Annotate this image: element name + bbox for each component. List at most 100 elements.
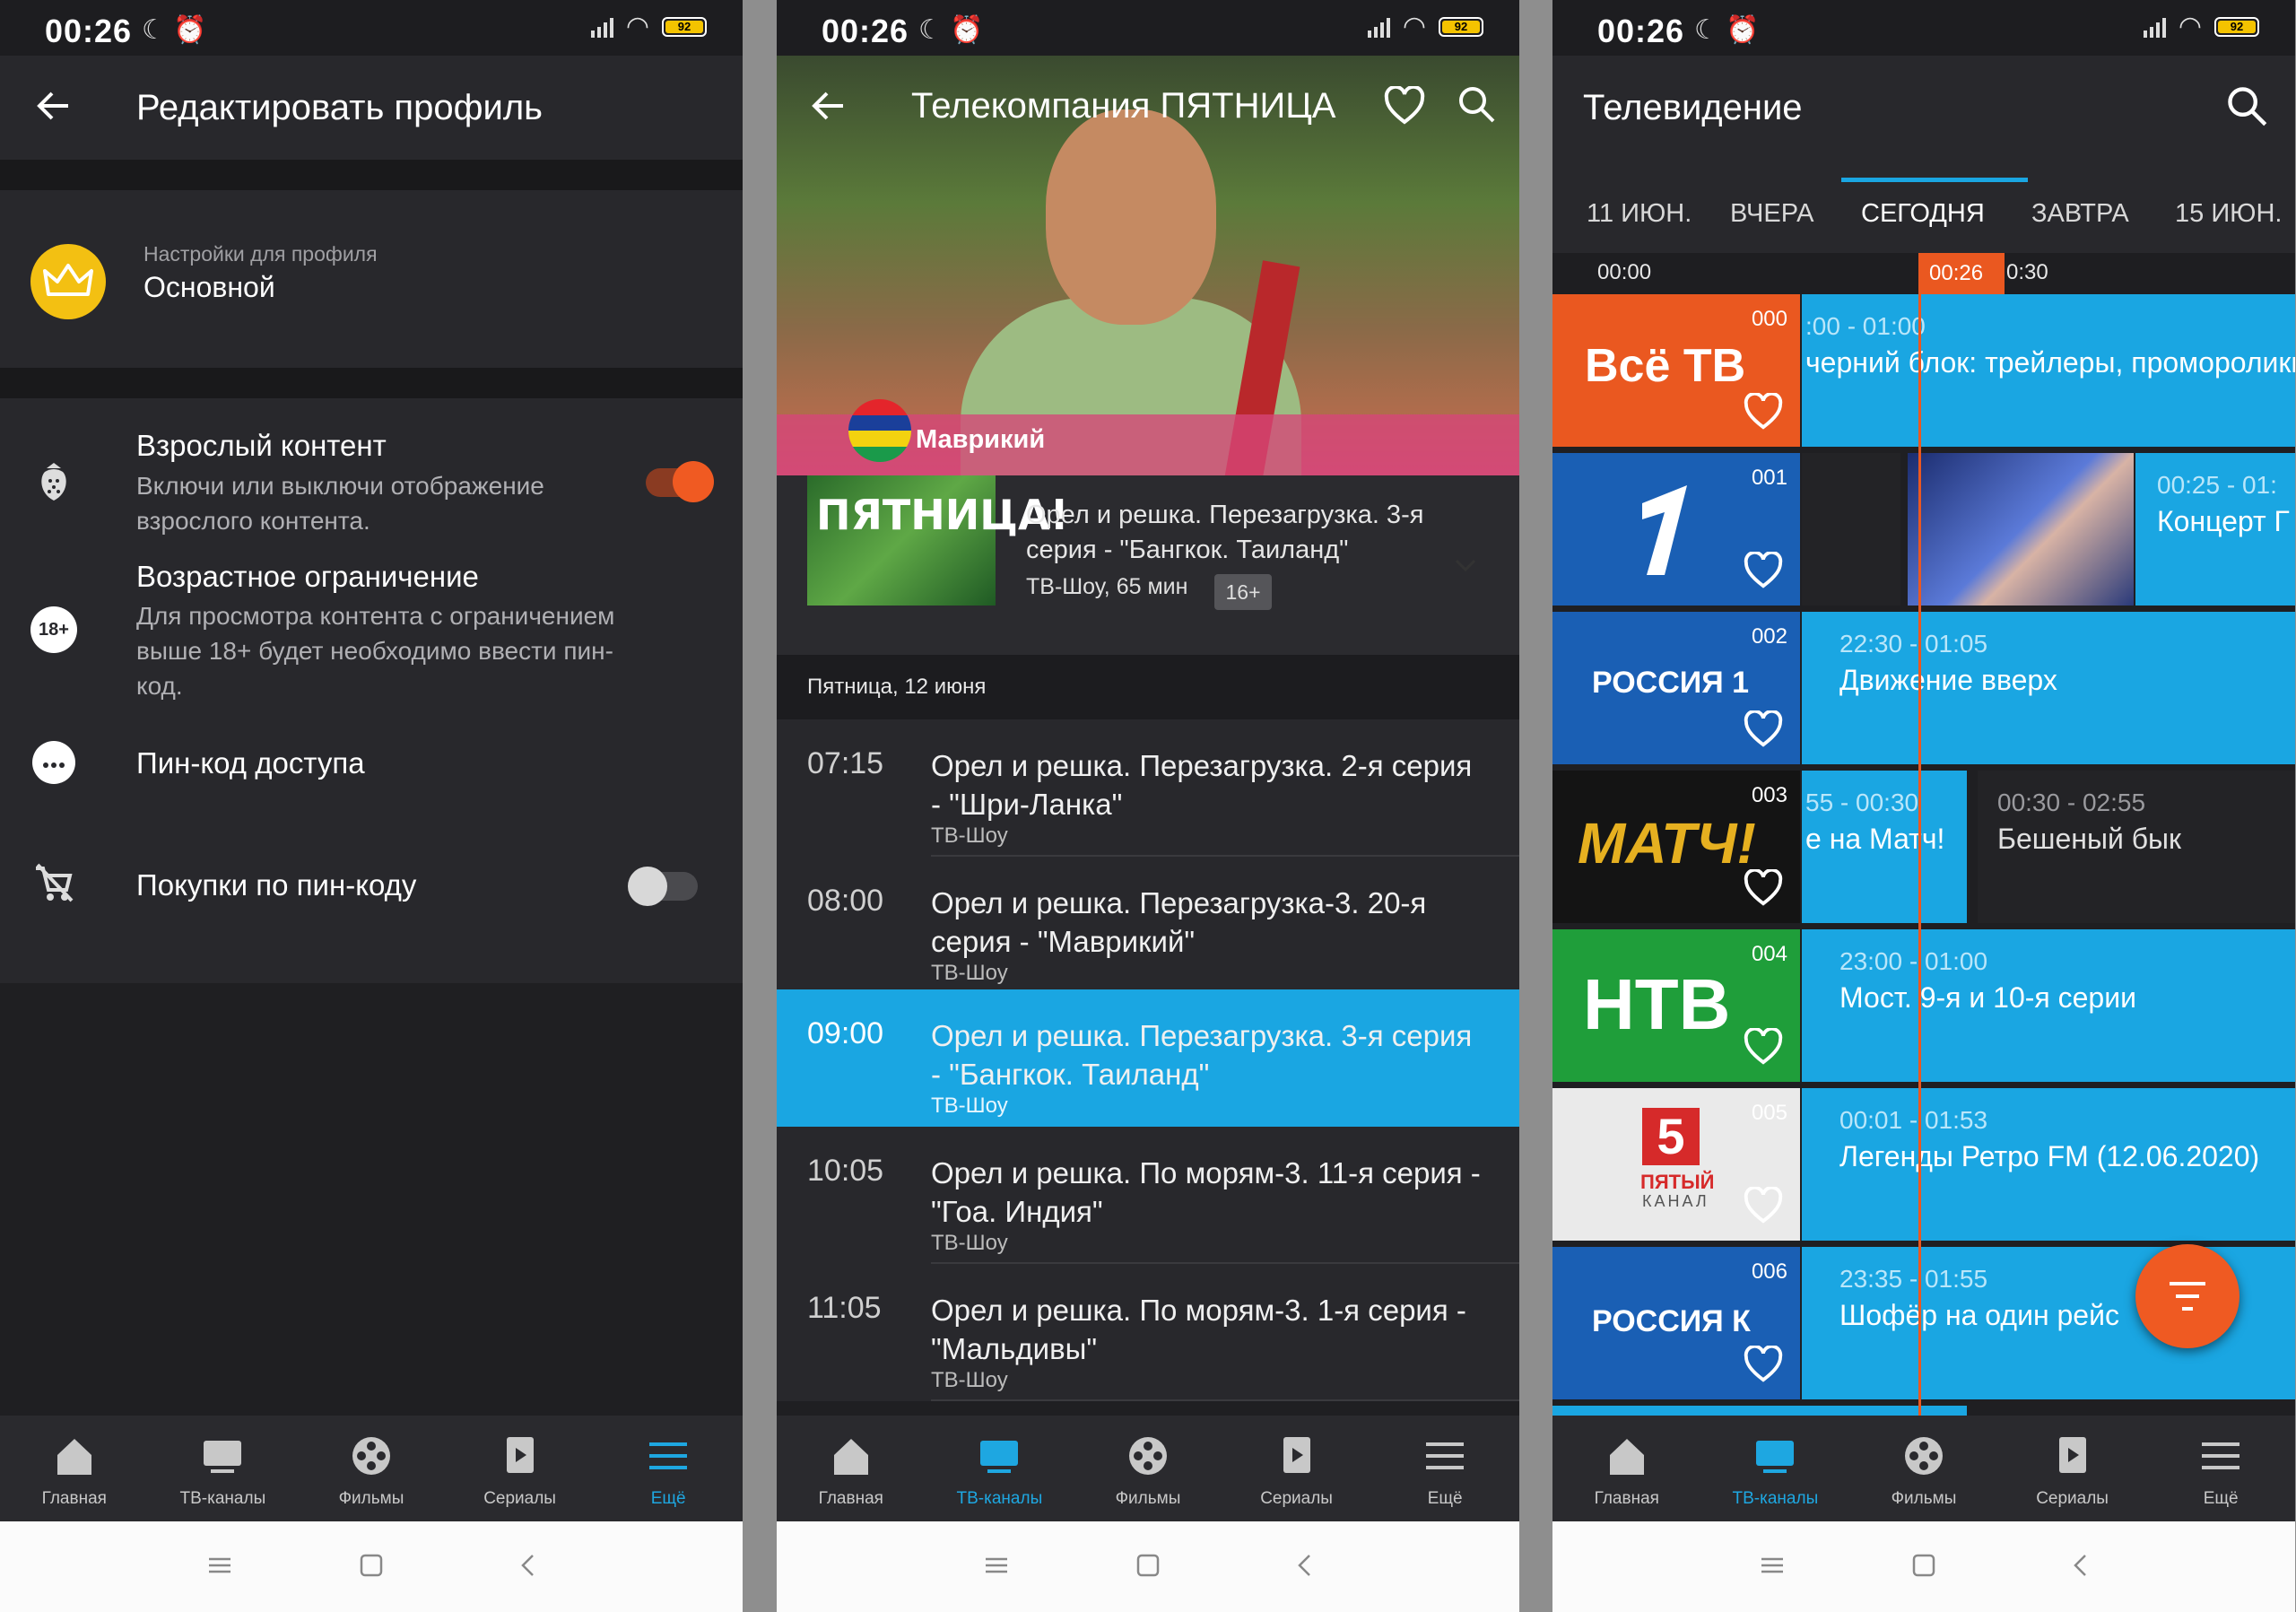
search-icon[interactable] <box>2225 84 2268 127</box>
favorite-heart-icon[interactable] <box>1383 86 1426 126</box>
bottom-nav: Главная ТВ-каналы Фильмы Сериалы Ещё <box>0 1416 743 1521</box>
nav-films[interactable]: Фильмы <box>1074 1416 1222 1521</box>
program-cell[interactable] <box>1802 453 1900 606</box>
recents-icon[interactable] <box>983 1552 1010 1579</box>
film-reel-icon <box>1128 1437 1167 1475</box>
adult-content-toggle[interactable] <box>646 461 714 502</box>
nav-more[interactable]: Ещё <box>594 1416 743 1521</box>
program-cell[interactable]: 00:30 - 02:55 Бешеный бык <box>1978 771 2295 923</box>
battery-icon: 92 <box>2214 17 2259 37</box>
favorite-heart-icon[interactable] <box>1743 552 1784 589</box>
channel-logo-perviy[interactable]: 001 <box>1552 453 1800 606</box>
home-icon <box>1609 1439 1644 1475</box>
recents-icon[interactable] <box>206 1552 233 1579</box>
pyatnica-logo: ПЯТНИЦА! <box>807 475 1069 606</box>
program-cell[interactable]: 00:25 - 01: Концерт Г <box>2135 453 2295 606</box>
wifi-icon: ◠ <box>1402 12 1426 41</box>
program-cell[interactable]: :00 - 01:00 черний блок: трейлеры, промо… <box>1802 294 2295 447</box>
series-icon <box>506 1437 534 1473</box>
profile-card[interactable] <box>0 190 743 368</box>
channel-logo-5kanal[interactable]: 005 5 ПЯТЫЙ КАНАЛ <box>1552 1088 1800 1241</box>
nav-films[interactable]: Фильмы <box>297 1416 446 1521</box>
tv-icon <box>980 1441 1019 1473</box>
menu-icon <box>649 1442 688 1469</box>
system-back-icon[interactable] <box>1292 1552 1318 1579</box>
nav-films[interactable]: Фильмы <box>1849 1416 1998 1521</box>
nav-home[interactable]: Главная <box>1552 1416 1701 1521</box>
tab-day[interactable]: ВЧЕРА <box>1730 199 1813 229</box>
back-arrow-icon[interactable] <box>807 84 850 127</box>
signal-icon <box>2143 16 2166 38</box>
series-icon <box>2058 1437 2086 1473</box>
tab-day[interactable]: 11 ИЮН. <box>1587 199 1692 229</box>
program-cell[interactable]: 55 - 00:30 е на Матч! <box>1802 771 1967 923</box>
system-nav <box>1552 1521 2295 1612</box>
tv-icon <box>204 1441 242 1473</box>
home-button-icon[interactable] <box>1910 1552 1937 1579</box>
favorite-heart-icon[interactable] <box>1743 1028 1784 1066</box>
nav-series[interactable]: Сериалы <box>1998 1416 2147 1521</box>
active-tab-indicator <box>1841 178 2028 182</box>
tab-day[interactable]: ЗАВТРА <box>2031 199 2129 229</box>
home-button-icon[interactable] <box>1135 1552 1161 1579</box>
nav-tv[interactable]: ТВ-каналы <box>1701 1416 1850 1521</box>
favorite-heart-icon[interactable] <box>1743 1346 1784 1383</box>
channel-logo-ntv[interactable]: 004 НТВ <box>1552 929 1800 1082</box>
nav-series[interactable]: Сериалы <box>1222 1416 1371 1521</box>
nav-more[interactable]: Ещё <box>2146 1416 2295 1521</box>
favorite-heart-icon[interactable] <box>1743 710 1784 748</box>
channel-logo-rossiyak[interactable]: 006 РОССИЯ К <box>1552 1247 1800 1399</box>
channel-logo-match[interactable]: 003 МАТЧ! <box>1552 771 1800 923</box>
nav-series[interactable]: Сериалы <box>446 1416 595 1521</box>
favorite-heart-icon[interactable] <box>1743 1187 1784 1224</box>
program-cell[interactable]: 23:00 - 01:00 Мост. 9-я и 10-я серии <box>1802 929 2295 1082</box>
program-cell[interactable]: 00:01 - 01:53 Легенды Ретро FM (12.06.20… <box>1802 1088 2295 1241</box>
setting-adult-title: Взрослый контент <box>136 429 387 462</box>
schedule-item-current[interactable]: 09:00 Орел и решка. Перезагрузка. 3-я се… <box>777 989 1519 1127</box>
nav-tv[interactable]: ТВ-каналы <box>926 1416 1074 1521</box>
system-back-icon[interactable] <box>515 1552 542 1579</box>
purchases-pin-toggle[interactable] <box>628 867 698 906</box>
favorite-heart-icon[interactable] <box>1743 869 1784 907</box>
nav-tv[interactable]: ТВ-каналы <box>149 1416 298 1521</box>
schedule-item[interactable]: 10:05 Орел и решка. По морям-3. 11-я сер… <box>777 1127 1519 1264</box>
setting-pin-title[interactable]: Пин-код доступа <box>136 746 365 780</box>
perviy-logo-icon <box>1642 485 1687 575</box>
status-bar: 00:26 ☾ ⏰ ◠ 92 <box>777 0 1519 56</box>
filter-icon <box>2170 1282 2205 1311</box>
program-cell[interactable]: 22:30 - 01:05 Движение вверх <box>1802 612 2295 764</box>
channel-logo-vsetv[interactable]: 000 Всё ТВ <box>1552 294 1800 447</box>
schedule-item[interactable]: 11:05 Орел и решка. По морям-3. 1-я сери… <box>777 1264 1519 1401</box>
channel-title: Телекомпания ПЯТНИЦА <box>911 86 1336 126</box>
filter-button[interactable] <box>2135 1244 2239 1348</box>
setting-purchases-title: Покупки по пин-коду <box>136 868 417 902</box>
search-icon[interactable] <box>1457 84 1496 124</box>
5kanal-logo-icon: 5 <box>1642 1108 1700 1165</box>
signal-icon <box>1367 16 1390 38</box>
tab-day[interactable]: 15 ИЮН. <box>2175 199 2282 229</box>
nav-home[interactable]: Главная <box>0 1416 149 1521</box>
nav-home[interactable]: Главная <box>777 1416 926 1521</box>
dnd-alarm-icons: ☾ ⏰ <box>1694 15 1760 45</box>
channel-logo-rossiya1[interactable]: 002 РОССИЯ 1 <box>1552 612 1800 764</box>
tab-day-today[interactable]: СЕГОДНЯ <box>1861 199 1985 229</box>
current-program-title: Орел и решка. Перезагрузка. 3-я серия - … <box>1026 501 1424 564</box>
time-ruler: 00:00 00:26 0:30 <box>1552 253 2295 294</box>
home-button-icon[interactable] <box>358 1552 385 1579</box>
schedule-item[interactable]: 07:15 Орел и решка. Перезагрузка. 2-я се… <box>777 719 1519 857</box>
current-program-meta: ТВ-Шоу, 65 мин <box>1026 574 1188 599</box>
recents-icon[interactable] <box>1759 1552 1786 1579</box>
system-back-icon[interactable] <box>2067 1552 2094 1579</box>
setting-age-desc: Для просмотра контента с ограничением вы… <box>136 602 615 700</box>
channel-row: 004 НТВ 23:00 - 01:00 Мост. 9-я и 10-я с… <box>1552 929 2295 1082</box>
hero-caption: Маврикий <box>916 425 1046 454</box>
nav-more[interactable]: Ещё <box>1370 1416 1519 1521</box>
home-icon <box>833 1439 868 1475</box>
bottom-nav: Главная ТВ-каналы Фильмы Сериалы Ещё <box>1552 1416 2295 1521</box>
favorite-heart-icon[interactable] <box>1743 393 1784 431</box>
crown-avatar-icon <box>30 244 106 319</box>
chevron-down-icon[interactable] <box>1449 549 1482 581</box>
setting-age-title[interactable]: Возрастное ограничение <box>136 560 479 594</box>
back-arrow-icon[interactable] <box>32 84 75 127</box>
schedule-item[interactable]: 08:00 Орел и решка. Перезагрузка-3. 20-я… <box>777 857 1519 994</box>
